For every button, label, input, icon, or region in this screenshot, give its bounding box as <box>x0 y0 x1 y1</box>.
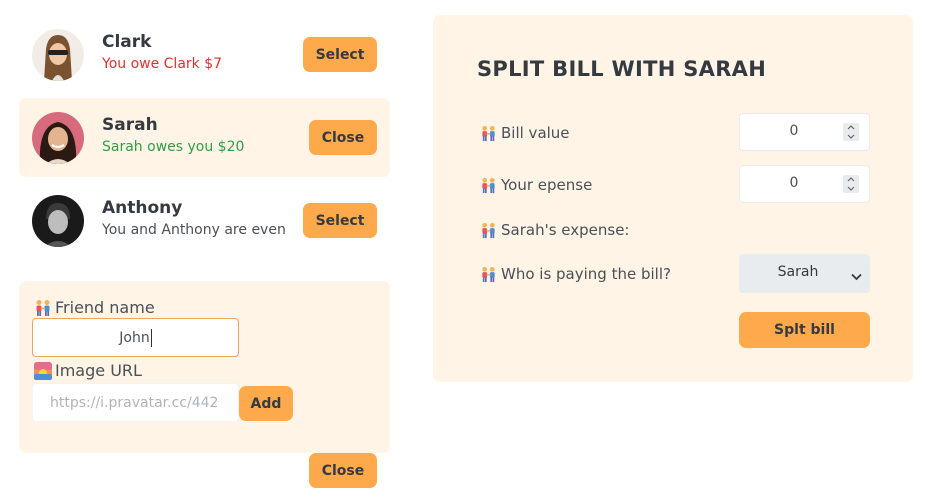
people-holding-hands-icon <box>34 299 52 317</box>
image-url-label: Image URL <box>34 361 142 380</box>
friend-item-anthony: Anthony You and Anthony are even Select <box>19 181 390 260</box>
spinner-arrows-icon[interactable] <box>843 175 859 193</box>
friend-expense-label: Sarah's expense: <box>480 221 629 239</box>
friend-balance: You owe Clark $7 <box>102 56 223 72</box>
friend-balance: You and Anthony are even <box>102 222 286 238</box>
friend-item-clark: Clark You owe Clark $7 Select <box>19 15 390 94</box>
avatar <box>32 112 84 164</box>
avatar <box>32 195 84 247</box>
chevron-down-icon <box>851 266 862 285</box>
payer-label: Who is paying the bill? <box>480 265 671 283</box>
split-bill-title: SPLIT BILL WITH SARAH <box>477 57 767 81</box>
text-cursor <box>150 328 152 347</box>
split-bill-button[interactable]: Splt bill <box>739 312 870 348</box>
split-bill-form: SPLIT BILL WITH SARAH Bill value 0 Your … <box>433 15 913 382</box>
payer-select[interactable]: Sarah <box>739 254 870 293</box>
add-friend-form: Friend name John Image URL https://i.pra… <box>19 281 390 453</box>
bill-value-label: Bill value <box>480 124 570 142</box>
select-friend-button[interactable]: Select <box>303 203 377 238</box>
image-url-input[interactable]: https://i.pravatar.cc/442 <box>32 383 239 422</box>
friend-name: Clark <box>102 32 152 52</box>
people-holding-hands-icon <box>480 266 497 283</box>
spinner-arrows-icon[interactable] <box>843 123 859 141</box>
avatar <box>32 29 84 81</box>
friend-balance: Sarah owes you $20 <box>102 139 245 155</box>
friend-name-label: Friend name <box>34 298 155 317</box>
add-friend-button[interactable]: Add <box>239 386 293 421</box>
people-holding-hands-icon <box>480 177 497 194</box>
people-holding-hands-icon <box>480 222 497 239</box>
close-add-form-button[interactable]: Close <box>309 453 377 488</box>
people-holding-hands-icon <box>480 125 497 142</box>
friend-name-input[interactable]: John <box>32 318 239 357</box>
friend-name: Anthony <box>102 198 183 218</box>
bill-value-input[interactable]: 0 <box>739 113 870 151</box>
friend-name: Sarah <box>102 115 158 135</box>
close-friend-button[interactable]: Close <box>309 120 377 155</box>
friend-item-sarah: Sarah Sarah owes you $20 Close <box>19 98 390 177</box>
sunrise-icon <box>34 361 52 380</box>
your-expense-input[interactable]: 0 <box>739 165 870 203</box>
select-friend-button[interactable]: Select <box>303 37 377 72</box>
your-expense-label: Your epense <box>480 176 592 194</box>
